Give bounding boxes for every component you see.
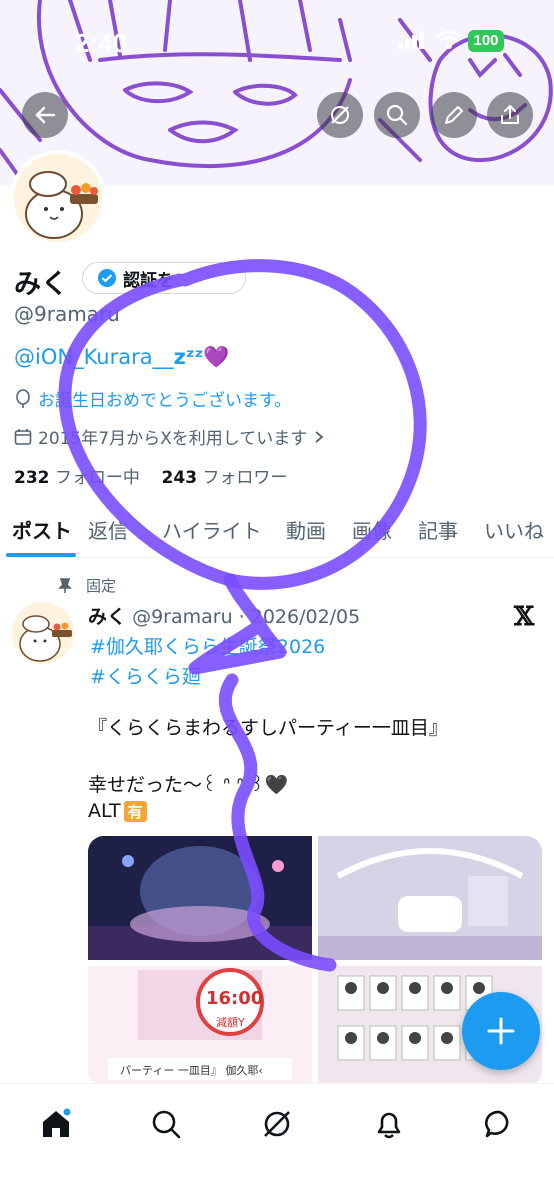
verified-badge-icon <box>98 269 116 287</box>
joined-info[interactable]: 2015年7月からXを利用しています <box>14 424 325 449</box>
status-time: 2:40 <box>75 28 128 58</box>
verify-label: 認証を <box>123 270 174 291</box>
media-image-2[interactable] <box>318 836 542 960</box>
tab-images[interactable]: 画像 <box>352 515 392 544</box>
search-icon <box>386 104 408 126</box>
following-label: フォロー中 <box>54 468 140 488</box>
compose-post-button[interactable] <box>462 992 540 1070</box>
nav-messages[interactable] <box>479 1104 519 1144</box>
nav-grok[interactable] <box>257 1104 297 1144</box>
home-icon <box>43 1108 71 1137</box>
tweet-handle-date: @9ramaru · 2026/02/05 <box>132 606 361 628</box>
explore-icon <box>152 1110 181 1139</box>
followers-link[interactable]: 243 フォロワー <box>162 468 288 488</box>
bio-heart: 💜 <box>203 345 230 369</box>
profile-bio: @iON_Kurara__zᶻᶻ💜 <box>14 345 230 370</box>
media-image-1[interactable] <box>88 836 312 960</box>
battery-indicator: 100 <box>468 30 504 52</box>
profile-name: みく <box>14 269 68 300</box>
bell-icon <box>377 1112 401 1139</box>
nav-home[interactable] <box>36 1104 76 1144</box>
tweet-header: みく @9ramaru · 2026/02/05 <box>88 602 360 629</box>
following-count: 232 <box>14 468 50 488</box>
alt-text: ALT <box>88 800 121 822</box>
pencil-icon <box>445 106 463 124</box>
tweet-text-line-1: 『くらくらまわるすしパーティー一皿目』 <box>88 717 448 739</box>
thumb-stamp: 減額Y <box>216 1016 245 1029</box>
pinned-label: 固定 <box>58 575 116 596</box>
profile-avatar[interactable] <box>10 150 106 246</box>
nav-explore[interactable] <box>146 1104 186 1144</box>
status-bar: 2:40 100 <box>0 0 554 80</box>
plus-icon <box>487 1017 515 1045</box>
followers-label: フォロワー <box>202 468 288 488</box>
alt-indicator[interactable]: ALT 有 <box>88 800 147 822</box>
get-verified-button[interactable]: 認証を <box>82 262 246 294</box>
tab-highlights[interactable]: ハイライト <box>162 515 262 544</box>
profile-handle: @9ramaru <box>14 302 120 326</box>
tab-articles[interactable]: 記事 <box>418 515 458 544</box>
following-link[interactable]: 232 フォロー中 <box>14 468 140 488</box>
tweet-author-name[interactable]: みく <box>88 606 126 628</box>
tab-videos[interactable]: 動画 <box>286 515 326 544</box>
profile-tabs: ポスト 返信 ハイライト 動画 画像 記事 いいね <box>0 505 554 558</box>
follow-stats: 232 フォロー中 243 フォロワー <box>14 463 287 488</box>
thumb-time: 16:00 <box>206 988 264 1009</box>
tweet-text-line-2: 幸せだった〜꒰ ᐢ ᐢ ꒱🖤 <box>88 774 289 796</box>
message-icon <box>484 1110 509 1138</box>
bottom-nav-bar <box>0 1083 554 1201</box>
grok-icon <box>331 106 349 124</box>
tweet-hashtag-1[interactable]: #伽久耶くらら生誕祭2026 <box>90 632 325 659</box>
active-tab-indicator <box>6 553 76 557</box>
tweet-avatar[interactable] <box>12 602 74 664</box>
pinned-text: 固定 <box>86 577 117 595</box>
x-logo-icon: 𝕏 <box>514 602 535 632</box>
search-button[interactable] <box>374 92 420 138</box>
edit-button[interactable] <box>431 92 477 138</box>
nav-notifications[interactable] <box>369 1104 409 1144</box>
thumb-caption: パーティー 一皿目』 伽久耶‹ <box>120 1064 263 1077</box>
birthday-text: お誕生日おめでとうございます。 <box>38 391 292 411</box>
back-button[interactable] <box>22 92 68 138</box>
calendar-icon <box>14 428 32 445</box>
media-image-3[interactable]: 16:00 減額Y パーティー 一皿目』 伽久耶‹ <box>88 966 312 1086</box>
bio-zzz: zᶻᶻ <box>173 345 204 369</box>
avatar-image <box>14 154 102 242</box>
cellular-signal-icon <box>398 31 424 49</box>
grok-nav-icon <box>264 1111 290 1137</box>
tab-posts[interactable]: ポスト <box>12 515 72 544</box>
tab-replies[interactable]: 返信 <box>88 515 128 544</box>
back-arrow-icon <box>35 106 56 124</box>
balloon-icon <box>16 388 30 408</box>
bio-mention-link[interactable]: @iON_Kurara__ <box>14 345 174 369</box>
wifi-icon <box>436 30 462 49</box>
tab-likes[interactable]: いいね <box>484 515 544 544</box>
share-button[interactable] <box>487 92 533 138</box>
chevron-right-icon <box>315 430 324 443</box>
birthday-info: お誕生日おめでとうございます。 <box>14 386 291 411</box>
joined-text: 2015年7月からXを利用しています <box>38 429 308 449</box>
tweet-hashtag-2[interactable]: #くらくら廻 <box>90 662 201 689</box>
alt-badge: 有 <box>123 801 147 822</box>
share-icon <box>501 105 519 124</box>
followers-count: 243 <box>161 468 198 488</box>
grok-button[interactable] <box>317 92 363 138</box>
pin-icon <box>58 577 72 593</box>
